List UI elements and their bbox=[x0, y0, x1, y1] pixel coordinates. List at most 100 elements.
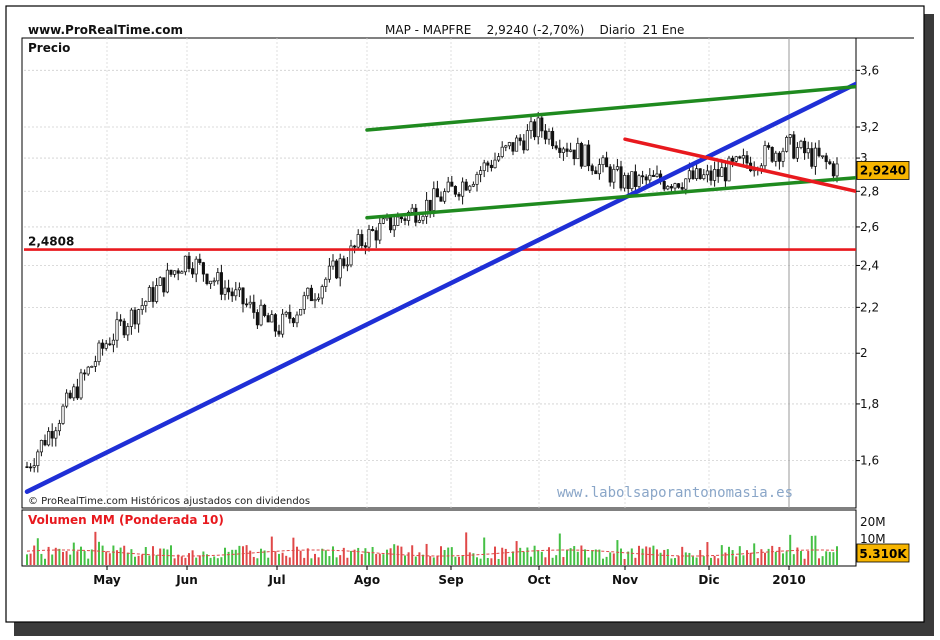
candle-body bbox=[734, 156, 738, 162]
candle-body bbox=[263, 304, 267, 316]
candle-body bbox=[356, 234, 360, 248]
candle-body bbox=[475, 174, 479, 185]
candle-body bbox=[371, 229, 375, 231]
volume-bar bbox=[580, 545, 583, 565]
volume-bar bbox=[58, 548, 61, 565]
candle-body bbox=[810, 148, 814, 167]
candle-body bbox=[543, 130, 547, 140]
candle-body bbox=[745, 155, 749, 164]
volume-bar bbox=[771, 545, 774, 565]
volume-bar bbox=[584, 549, 586, 565]
volume-bar bbox=[778, 546, 781, 565]
candle-body bbox=[803, 140, 807, 154]
volume-bar bbox=[314, 553, 316, 565]
volume-bar bbox=[296, 546, 298, 565]
candle-body bbox=[295, 314, 299, 324]
price-tick-label: 1,6 bbox=[860, 454, 879, 468]
volume-bar bbox=[29, 553, 32, 565]
candle-body bbox=[155, 285, 159, 302]
candle-body bbox=[489, 164, 493, 169]
candle-body bbox=[561, 148, 565, 153]
volume-bar bbox=[454, 556, 457, 565]
time-tick-label: Nov bbox=[612, 573, 638, 587]
volume-bar bbox=[44, 558, 46, 565]
candle-body bbox=[360, 234, 364, 247]
candle-body bbox=[763, 145, 767, 167]
volume-bar bbox=[792, 554, 795, 565]
candle-body bbox=[410, 207, 414, 213]
candle-body bbox=[662, 181, 666, 190]
volume-bar bbox=[432, 557, 435, 565]
volume-bar bbox=[598, 549, 601, 565]
volume-bar bbox=[242, 546, 244, 565]
candle-body bbox=[237, 287, 241, 291]
candle-body bbox=[446, 181, 450, 192]
candle-body bbox=[605, 157, 609, 168]
candle-body bbox=[32, 465, 36, 468]
volume-bar bbox=[180, 556, 183, 565]
candle-body bbox=[288, 311, 292, 319]
candle-body bbox=[713, 169, 717, 181]
volume-bar bbox=[429, 556, 432, 565]
candle-body bbox=[270, 314, 274, 323]
candle-body bbox=[57, 423, 61, 432]
price-tick-label: 1,8 bbox=[860, 397, 879, 411]
candle-body bbox=[29, 466, 33, 469]
candle-body bbox=[432, 188, 436, 211]
candle-body bbox=[435, 188, 439, 198]
candle-body bbox=[259, 304, 263, 326]
volume-bar bbox=[515, 541, 518, 565]
volume-bar bbox=[288, 557, 291, 565]
candle-body bbox=[180, 271, 184, 274]
candle-body bbox=[644, 176, 648, 181]
volume-bar bbox=[468, 552, 471, 565]
candle-body bbox=[108, 343, 112, 346]
candle-body bbox=[792, 134, 796, 159]
candle-body bbox=[302, 295, 306, 310]
volume-bar bbox=[260, 548, 262, 565]
candle-body bbox=[281, 313, 285, 335]
candle-body bbox=[569, 149, 573, 152]
volume-bar bbox=[123, 545, 126, 565]
candle-body bbox=[813, 147, 817, 167]
candle-body bbox=[194, 258, 198, 275]
volume-bar bbox=[634, 557, 637, 565]
volume-bar bbox=[645, 546, 648, 565]
volume-bar bbox=[591, 550, 594, 565]
volume-bar bbox=[51, 554, 54, 565]
candle-body bbox=[821, 155, 825, 158]
candle-body bbox=[86, 366, 90, 375]
volume-bar bbox=[26, 554, 28, 565]
candle-body bbox=[731, 157, 735, 162]
volume-bar bbox=[224, 547, 226, 565]
candle-body bbox=[378, 223, 382, 241]
candle-body bbox=[551, 130, 555, 147]
volume-bar bbox=[566, 549, 568, 565]
candle-body bbox=[471, 183, 475, 187]
volume-bar bbox=[677, 556, 680, 565]
candle-body bbox=[565, 148, 569, 152]
candle-body bbox=[698, 168, 702, 180]
candle-body bbox=[223, 287, 227, 295]
candle-body bbox=[241, 287, 245, 305]
volume-bar bbox=[335, 557, 338, 565]
volume-bar bbox=[339, 555, 342, 565]
volume-bar bbox=[357, 547, 360, 565]
candle-body bbox=[399, 216, 403, 220]
volume-bar bbox=[670, 558, 673, 565]
volume-bar bbox=[767, 548, 770, 565]
candle-body bbox=[25, 466, 29, 469]
candle-body bbox=[461, 181, 465, 197]
volume-bar bbox=[735, 556, 738, 565]
candle-body bbox=[320, 286, 324, 299]
candle-body bbox=[147, 287, 151, 302]
candle-body bbox=[673, 183, 677, 189]
candle-body bbox=[50, 431, 54, 439]
chart-frame: www.ProRealTime.com MAP - MAPFRE 2,9240 … bbox=[5, 5, 934, 636]
candle-body bbox=[518, 137, 522, 142]
volume-bar bbox=[170, 545, 172, 565]
candle-body bbox=[133, 309, 137, 325]
volume-bar bbox=[562, 557, 565, 565]
candle-body bbox=[630, 171, 634, 189]
volume-bar bbox=[666, 549, 669, 565]
